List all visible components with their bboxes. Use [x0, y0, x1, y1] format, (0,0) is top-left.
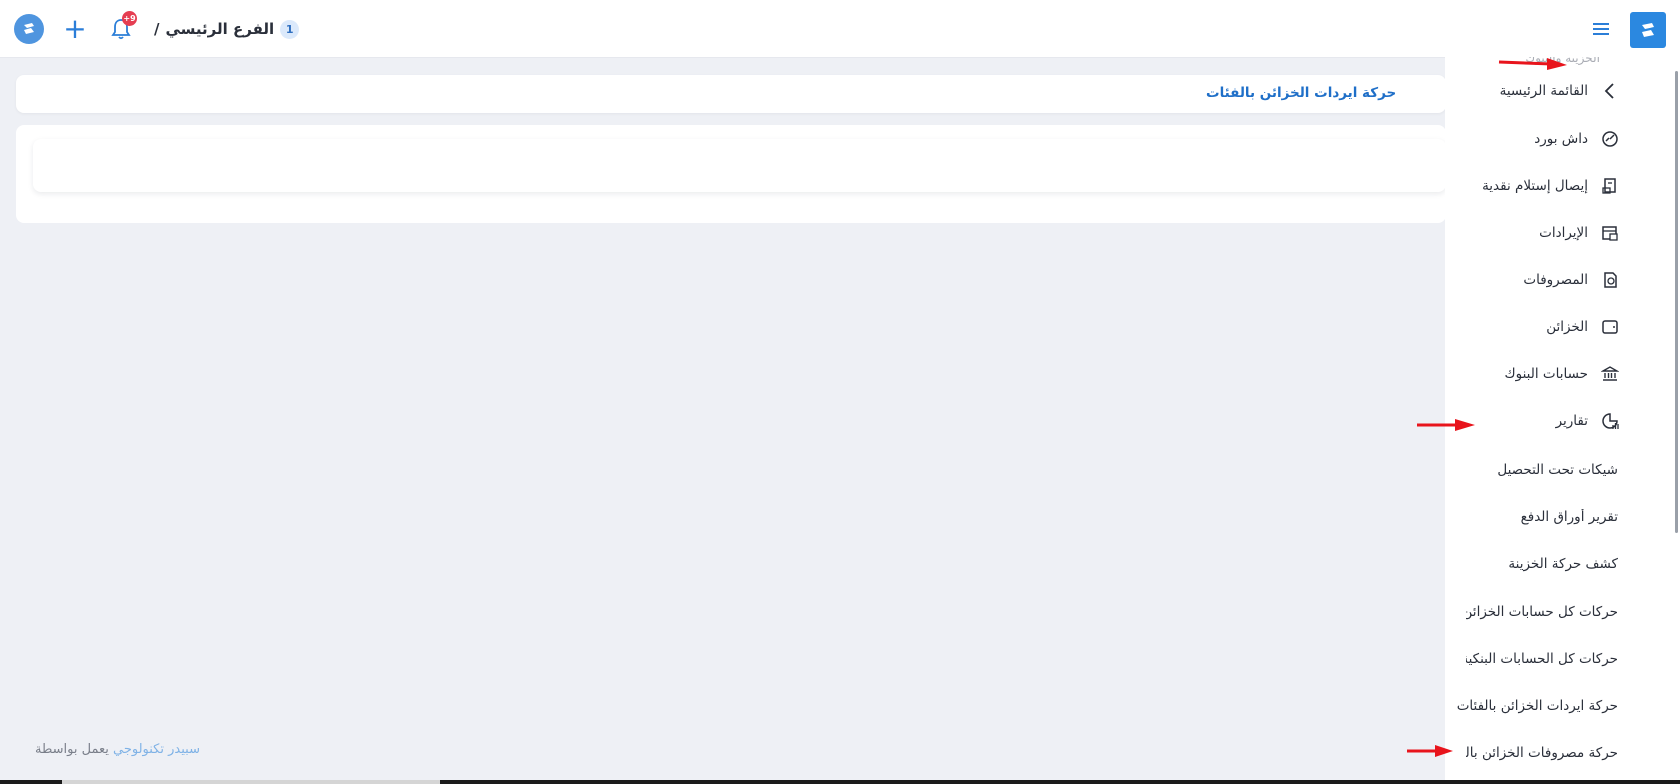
expenses-icon — [1600, 270, 1620, 290]
sidebar-item-dashboard[interactable]: داش بورد — [1445, 127, 1620, 151]
company-link[interactable]: سبيدر تكنولوجي — [113, 742, 200, 757]
sidebar-scrollbar[interactable] — [1675, 71, 1678, 533]
menu-toggle-button[interactable] — [1590, 18, 1612, 40]
hamburger-icon — [1593, 23, 1609, 35]
receipt-icon — [1600, 176, 1620, 196]
sidebar-item-label: إيصال إستلام نقدية — [1482, 178, 1588, 194]
content-card — [16, 125, 1446, 223]
sidebar-item-bank-accounts[interactable]: حسابات البنوك — [1445, 362, 1620, 386]
brand-logo[interactable] — [1630, 12, 1666, 48]
bank-icon — [1600, 364, 1620, 384]
wallet-icon — [1600, 317, 1620, 337]
page-title: حركة ايردات الخزائن بالفئات — [1206, 85, 1397, 101]
sidebar-item-expenses[interactable]: المصروفات — [1445, 268, 1620, 292]
sidebar-subitem-all-treasury-movements[interactable]: حركات كل حسابات الخزائن — [1466, 604, 1618, 628]
sidebar-item-cash-receipt[interactable]: إيصال إستلام نقدية — [1445, 174, 1620, 198]
sidebar: الخزينة والبنوك القائمة الرئيسية داش بور… — [1445, 57, 1680, 784]
revenue-icon — [1600, 223, 1620, 243]
sidebar-subitem-treasury-revenue-categories[interactable]: حركة ايردات الخزائن بالفئات — [1445, 698, 1618, 722]
annotation-arrow-icon — [1407, 745, 1453, 757]
sidebar-subitem-treasury-expense-categories[interactable]: حركة مصروفات الخزائن بالفئات — [1466, 745, 1618, 769]
taskbar-edge — [0, 780, 1680, 784]
brand-mark-icon — [1642, 23, 1654, 37]
annotation-arrow-icon — [1417, 419, 1475, 431]
branch-label: الفرع الرئيسي — [165, 20, 275, 38]
sidebar-back-item[interactable]: القائمة الرئيسية — [1445, 79, 1620, 103]
add-button[interactable]: + — [60, 14, 90, 44]
taskbar-segment — [62, 780, 440, 784]
plus-icon: + — [63, 12, 87, 45]
filter-panel — [33, 139, 1446, 192]
sidebar-item-label: حسابات البنوك — [1504, 366, 1589, 382]
branch-number: 1 — [280, 19, 300, 39]
powered-by-text: يعمل بواسطة — [35, 742, 109, 757]
sidebar-item-label: داش بورد — [1534, 131, 1588, 147]
sidebar-item-revenues[interactable]: الإيرادات — [1445, 221, 1620, 245]
top-bar-actions: + +9 1 الفرع الرئيسي / — [14, 11, 300, 46]
app-logo[interactable] — [14, 14, 44, 44]
dashboard-icon — [1600, 129, 1620, 149]
breadcrumb-separator: / — [154, 20, 160, 38]
sidebar-subitem-cheques[interactable]: شيكات تحت التحصيل — [1445, 462, 1618, 486]
logo-mark-icon — [24, 23, 34, 34]
notification-badge: +9 — [122, 11, 137, 26]
sidebar-item-label: تقارير — [1555, 413, 1588, 429]
reports-icon — [1600, 411, 1620, 431]
sidebar-subitem-all-bank-movements[interactable]: حركات كل الحسابات البنكية — [1466, 651, 1618, 675]
sidebar-subitem-payment-papers[interactable]: تقرير أوراق الدفع — [1445, 509, 1618, 533]
sidebar-item-label: الخزائن — [1546, 319, 1588, 335]
sidebar-subitem-treasury-statement[interactable]: كشف حركة الخزينة — [1445, 556, 1618, 580]
sidebar-item-label: المصروفات — [1523, 272, 1588, 288]
annotation-arrow-icon — [1498, 58, 1567, 70]
notifications-button[interactable]: +9 — [106, 11, 137, 44]
page-title-card: حركة ايردات الخزائن بالفئات — [16, 75, 1446, 113]
branch-selector[interactable]: 1 الفرع الرئيسي / — [154, 19, 300, 39]
sidebar-item-treasuries[interactable]: الخزائن — [1445, 315, 1620, 339]
footer: سبيدر تكنولوجي يعمل بواسطة — [31, 742, 200, 757]
chevron-left-icon — [1600, 81, 1620, 101]
sidebar-back-label: القائمة الرئيسية — [1499, 83, 1588, 99]
sidebar-item-label: الإيرادات — [1539, 225, 1588, 241]
top-bar: + +9 1 الفرع الرئيسي / — [0, 0, 1680, 58]
